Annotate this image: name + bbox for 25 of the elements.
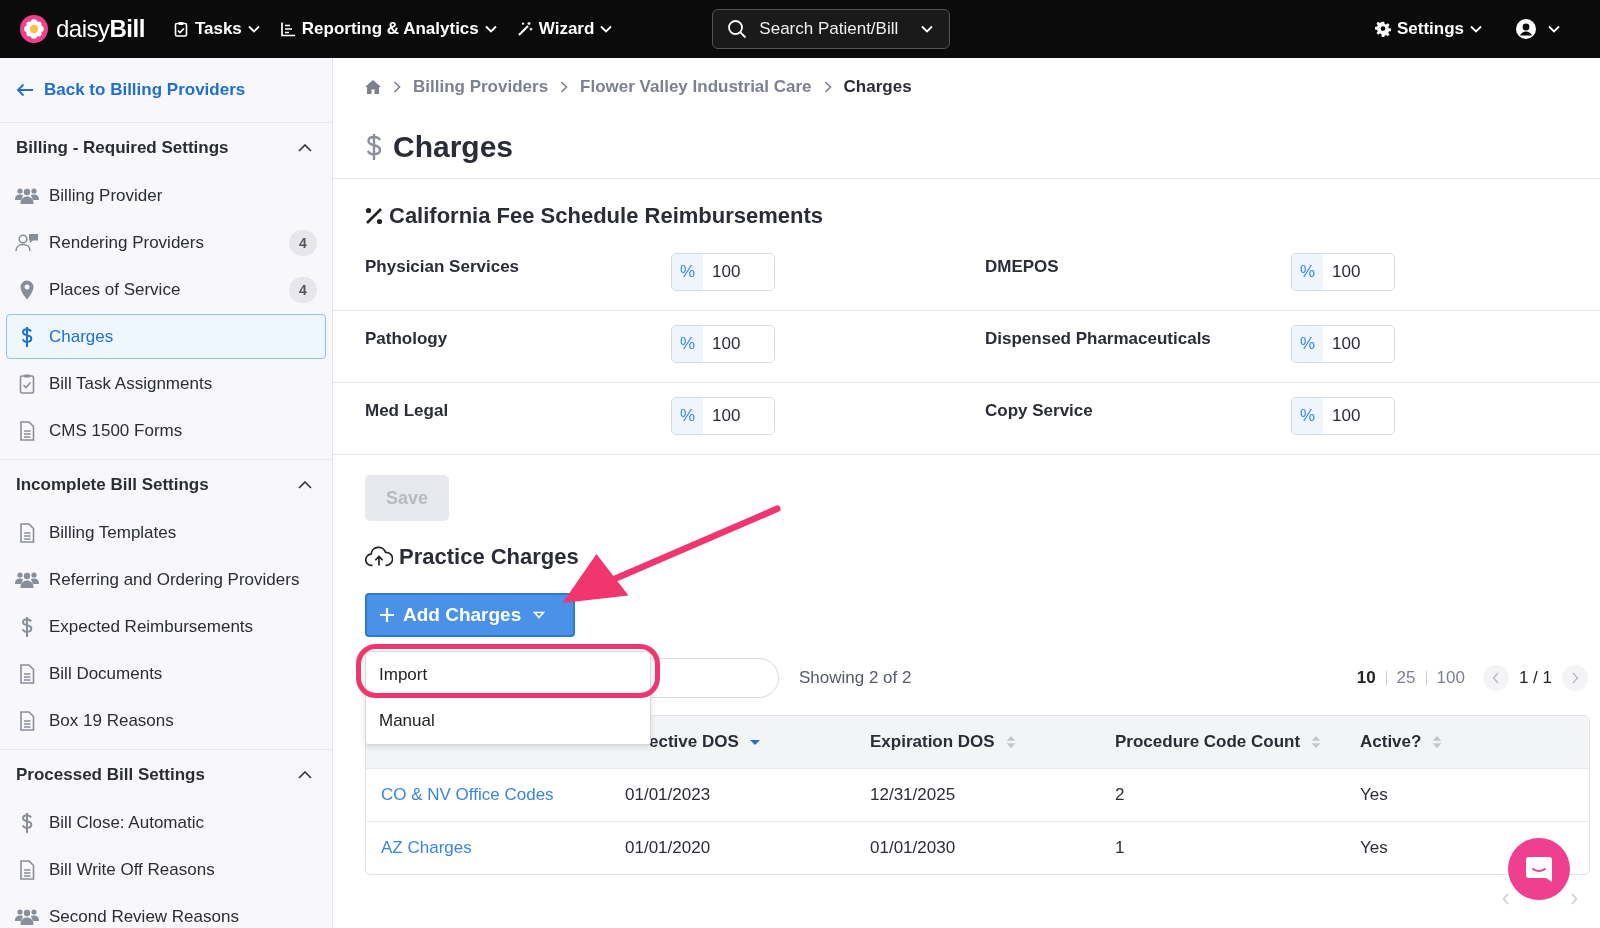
page-title: Charges — [393, 130, 514, 164]
field-label: Med Legal — [365, 400, 450, 422]
section-title: Processed Bill Settings — [16, 765, 205, 785]
field-label: Dispensed Pharmaceuticals — [985, 328, 1212, 350]
field-label: Physician Services — [365, 256, 521, 278]
section-heading: Practice Charges — [399, 544, 579, 570]
table-cell: 1 — [1115, 838, 1125, 858]
table-cell: Yes — [1360, 838, 1388, 858]
section-title: Billing - Required Settings — [16, 138, 229, 158]
breadcrumb-item: Charges — [843, 77, 912, 97]
table-cell: 01/01/2030 — [870, 838, 956, 858]
count-badge: 4 — [289, 229, 317, 256]
table-cell: 01/01/2023 — [625, 785, 711, 805]
field-label: Copy Service — [985, 400, 1094, 422]
count-badge: 4 — [289, 276, 317, 303]
table-cell: Yes — [1360, 785, 1388, 805]
section-title: Incomplete Bill Settings — [16, 475, 209, 495]
table-cell: 12/31/2025 — [870, 785, 956, 805]
results-count: Showing 2 of 2 — [799, 668, 912, 688]
page-indicator: 1 / 1 — [1518, 668, 1552, 688]
field-label: Pathology — [365, 328, 449, 350]
field-label: DMEPOS — [985, 256, 1060, 278]
table-cell: 01/01/2020 — [625, 838, 711, 858]
table-cell: 2 — [1115, 785, 1125, 805]
section-heading: California Fee Schedule Reimbursements — [389, 203, 824, 229]
